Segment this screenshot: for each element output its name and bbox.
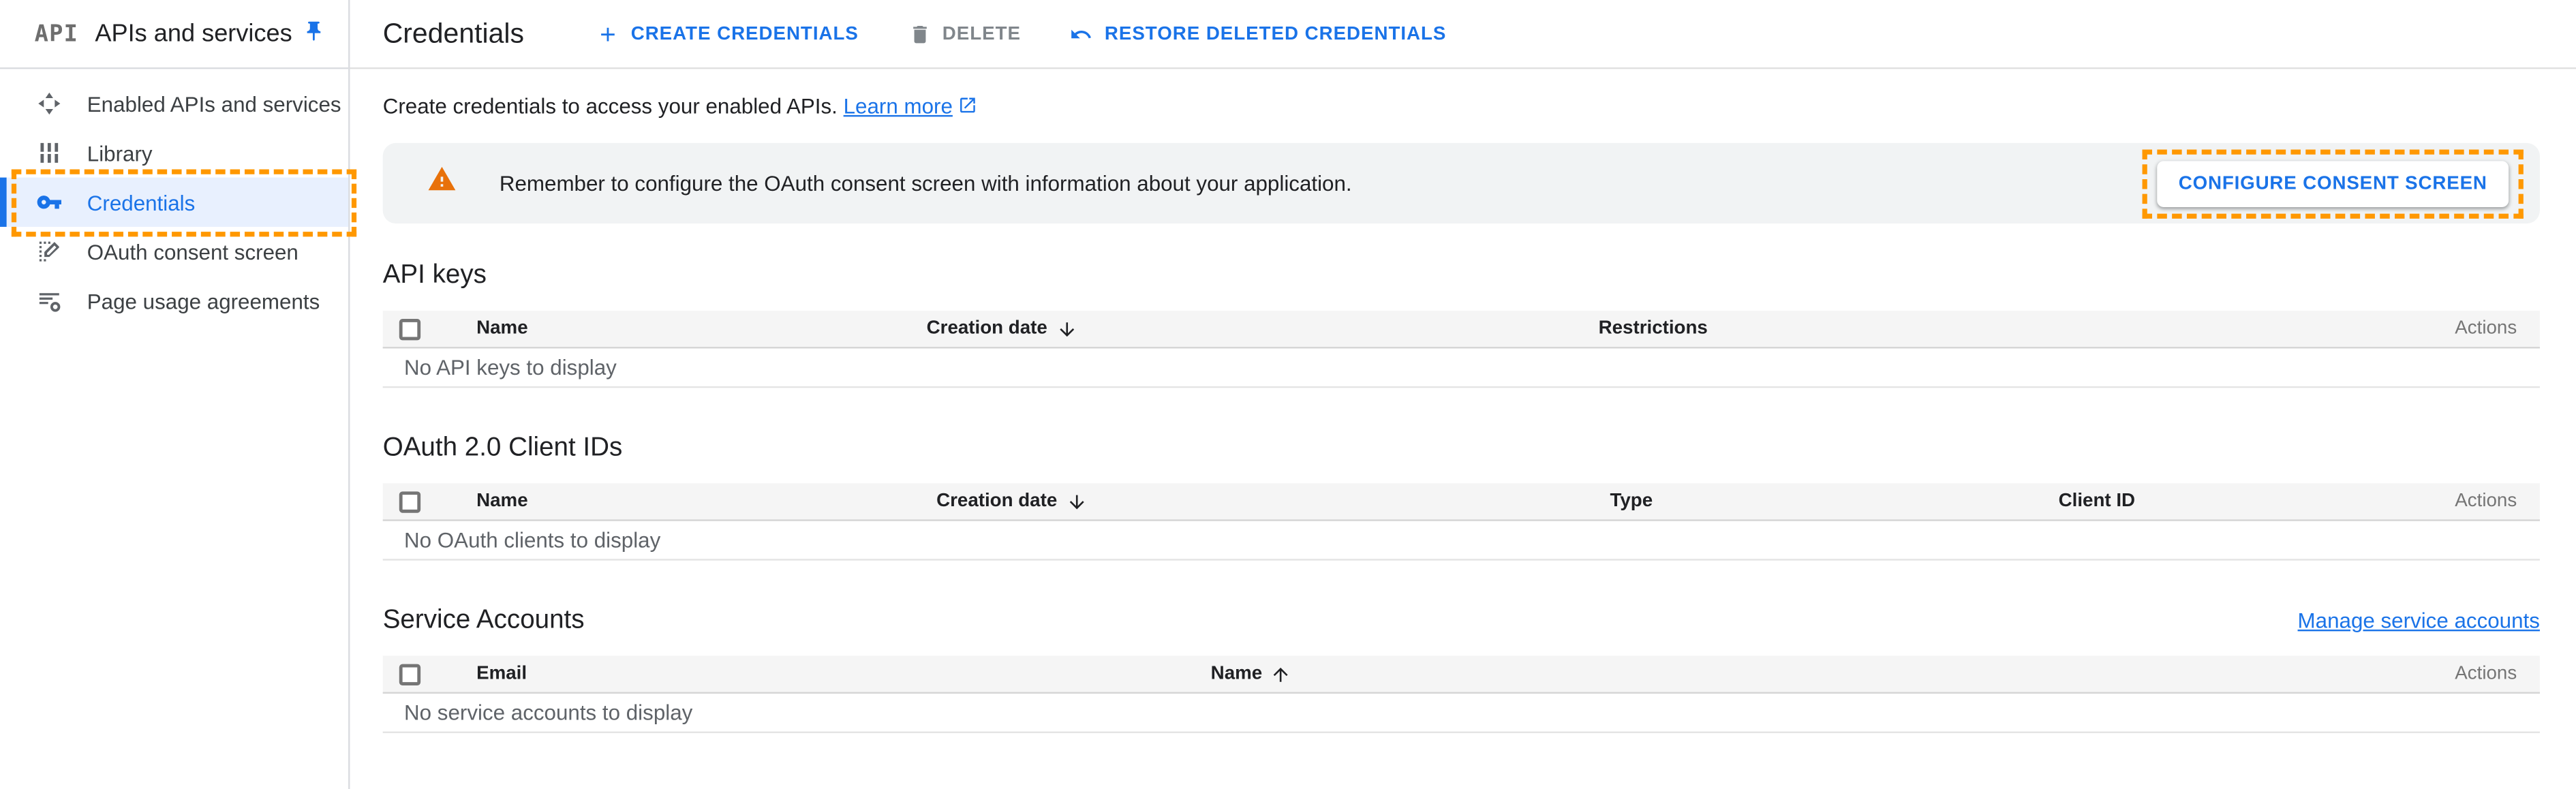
toolbar: Credentials CREATE CREDENTIALS DELETE RE… <box>350 0 2575 69</box>
select-all-checkbox[interactable] <box>399 663 420 684</box>
api-logo: API <box>35 20 79 47</box>
service-accounts-empty-row: No service accounts to display <box>383 694 2540 733</box>
service-accounts-empty-text: No service accounts to display <box>404 700 692 725</box>
api-keys-empty-text: No API keys to display <box>404 355 617 380</box>
external-link-icon <box>957 95 977 120</box>
column-header-name[interactable]: Name <box>1211 663 2408 684</box>
column-header-creation-date[interactable]: Creation date <box>936 491 1610 512</box>
creation-date-label: Creation date <box>936 491 1057 511</box>
intro-text: Create credentials to access your enable… <box>383 94 2540 121</box>
service-accounts-section-head: Service Accounts Manage service accounts <box>383 606 2540 636</box>
column-header-creation-date[interactable]: Creation date <box>927 318 1599 339</box>
delete-button[interactable]: DELETE <box>908 22 1021 46</box>
sidebar-item-library[interactable]: Library <box>0 128 348 177</box>
api-keys-table-header: Name Creation date Restrictions Actions <box>383 311 2540 348</box>
column-header-name: Name <box>459 491 937 511</box>
column-header-restrictions: Restrictions <box>1599 319 2408 339</box>
arrow-down-icon <box>1056 318 1077 339</box>
credentials-page: API APIs and services Enabled APIs and s… <box>0 0 2576 789</box>
sidebar-item-oauth-consent[interactable]: OAuth consent screen <box>0 227 348 276</box>
api-keys-section-head: API keys <box>383 262 2540 291</box>
api-keys-title: API keys <box>383 262 487 291</box>
name-label: Name <box>1211 664 1263 684</box>
sidebar-item-label: OAuth consent screen <box>87 239 298 264</box>
sidebar-item-label: Library <box>87 140 153 165</box>
creation-date-label: Creation date <box>927 319 1047 339</box>
sidebar-header: API APIs and services <box>0 0 348 69</box>
intro-sentence: Create credentials to access your enable… <box>383 94 838 119</box>
library-icon <box>36 140 63 166</box>
enabled-apis-icon <box>36 91 63 117</box>
sidebar-item-page-usage[interactable]: Page usage agreements <box>0 276 348 325</box>
warning-icon <box>427 164 457 202</box>
sidebar-item-credentials[interactable]: Credentials <box>0 178 348 227</box>
manage-service-accounts-link[interactable]: Manage service accounts <box>2298 608 2540 633</box>
content: Create credentials to access your enable… <box>350 94 2575 733</box>
service-accounts-title: Service Accounts <box>383 606 585 636</box>
api-keys-empty-row: No API keys to display <box>383 348 2540 388</box>
pin-icon <box>303 20 326 48</box>
main-area: Credentials CREATE CREDENTIALS DELETE RE… <box>350 0 2575 733</box>
create-credentials-label: CREATE CREDENTIALS <box>631 24 859 44</box>
page-usage-icon <box>36 288 63 314</box>
sidebar-item-label: Credentials <box>87 190 196 215</box>
plus-icon <box>596 22 619 46</box>
trash-icon <box>908 22 931 46</box>
arrow-up-icon <box>1270 663 1291 684</box>
column-header-type: Type <box>1610 491 2058 511</box>
arrow-down-icon <box>1065 491 1086 512</box>
learn-more-link[interactable]: Learn more <box>844 94 977 119</box>
column-header-email: Email <box>459 664 1211 684</box>
column-header-client-id: Client ID <box>2059 491 2408 511</box>
consent-warning-banner: Remember to configure the OAuth consent … <box>383 143 2540 223</box>
select-all-checkbox[interactable] <box>399 491 420 512</box>
key-icon <box>36 189 63 215</box>
select-all-checkbox[interactable] <box>399 318 420 339</box>
oauth-empty-text: No OAuth clients to display <box>404 527 660 552</box>
restore-deleted-credentials-button[interactable]: RESTORE DELETED CREDENTIALS <box>1070 22 1446 46</box>
annotation-box-consent-button: CONFIGURE CONSENT SCREEN <box>2143 149 2524 217</box>
sidebar-item-enabled-apis[interactable]: Enabled APIs and services <box>0 79 348 128</box>
page-header-title: APIs and services <box>95 20 292 48</box>
restore-label: RESTORE DELETED CREDENTIALS <box>1105 24 1447 44</box>
configure-consent-screen-button[interactable]: CONFIGURE CONSENT SCREEN <box>2157 160 2509 206</box>
delete-label: DELETE <box>942 24 1021 44</box>
column-header-actions: Actions <box>2455 491 2540 511</box>
sidebar-item-label: Enabled APIs and services <box>87 91 341 116</box>
oauth-consent-icon <box>36 238 63 265</box>
oauth-empty-row: No OAuth clients to display <box>383 521 2540 561</box>
column-header-name: Name <box>459 319 927 339</box>
oauth-title: OAuth 2.0 Client IDs <box>383 434 623 463</box>
learn-more-label: Learn more <box>844 94 953 119</box>
column-header-actions: Actions <box>2455 664 2540 684</box>
sidebar: API APIs and services Enabled APIs and s… <box>0 0 350 789</box>
create-credentials-button[interactable]: CREATE CREDENTIALS <box>596 22 859 46</box>
pin-button[interactable] <box>303 20 326 48</box>
oauth-table-header: Name Creation date Type Client ID Action… <box>383 483 2540 521</box>
undo-icon <box>1070 22 1093 46</box>
sidebar-nav: Enabled APIs and services Library Creden… <box>0 69 348 325</box>
column-header-actions: Actions <box>2455 319 2540 339</box>
sidebar-item-label: Page usage agreements <box>87 288 320 313</box>
page-title: Credentials <box>383 17 524 50</box>
service-accounts-table-header: Email Name Actions <box>383 656 2540 694</box>
banner-message: Remember to configure the OAuth consent … <box>500 171 1352 196</box>
oauth-section-head: OAuth 2.0 Client IDs <box>383 434 2540 463</box>
